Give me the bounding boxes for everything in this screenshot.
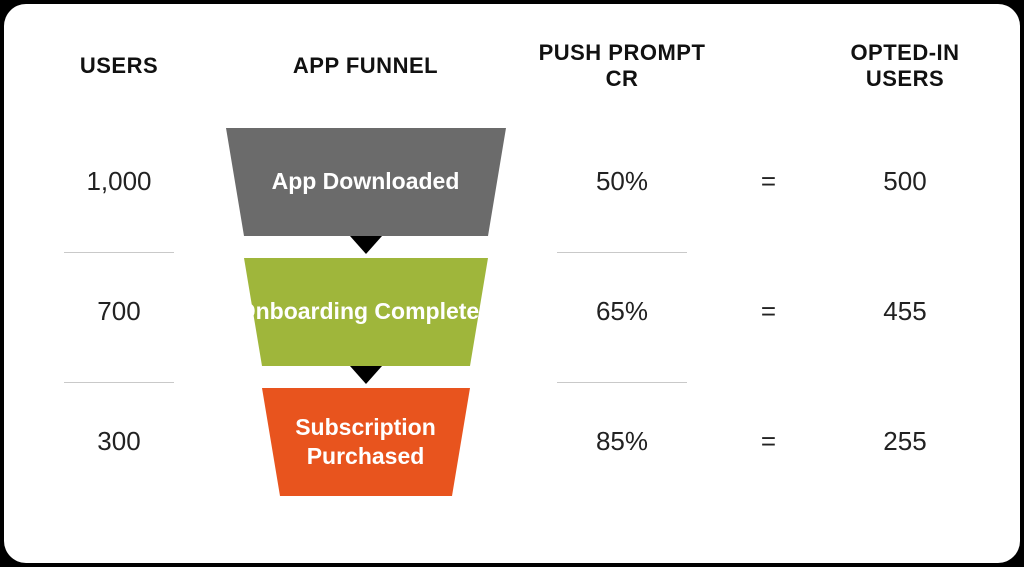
funnel-stage-label: App Downloaded (262, 167, 470, 196)
funnel-stage-cell: Onboarding Completed (226, 247, 506, 377)
funnel-arrow-icon (350, 366, 382, 384)
push-cr-value: 65% (596, 296, 648, 327)
col-header-funnel: APP FUNNEL (226, 53, 506, 103)
funnel-stage-0: App Downloaded (226, 128, 506, 236)
opted-in-cell: 455 (830, 247, 980, 377)
users-value: 1,000 (86, 166, 151, 197)
push-cr-cell: 50% (537, 117, 707, 247)
users-value: 300 (97, 426, 140, 457)
funnel-arrow-icon (350, 236, 382, 254)
funnel-stage-cell: Subscription Purchased (226, 377, 506, 507)
push-cr-cell: 85% (537, 377, 707, 507)
users-value: 700 (97, 296, 140, 327)
col-header-users: USERS (44, 53, 194, 103)
funnel-stage-label: Onboarding Completed (228, 297, 504, 326)
funnel-stage-2: Subscription Purchased (226, 388, 506, 496)
push-cr-value: 50% (596, 166, 648, 197)
funnel-stage-label: Subscription Purchased (226, 413, 506, 471)
opted-in-value: 455 (883, 296, 926, 327)
equals-cell: = (739, 247, 799, 377)
users-cell: 1,000 (44, 117, 194, 247)
opted-in-cell: 500 (830, 117, 980, 247)
users-cell: 300 (44, 377, 194, 507)
push-cr-value: 85% (596, 426, 648, 457)
funnel-stage-1: Onboarding Completed (226, 258, 506, 366)
equals-cell: = (739, 117, 799, 247)
equals-sign: = (761, 426, 776, 457)
col-header-opted-in: OPTED-IN USERS (830, 40, 980, 117)
opted-in-cell: 255 (830, 377, 980, 507)
equals-sign: = (761, 296, 776, 327)
users-cell: 700 (44, 247, 194, 377)
equals-sign: = (761, 166, 776, 197)
equals-cell: = (739, 377, 799, 507)
push-cr-cell: 65% (537, 247, 707, 377)
opted-in-value: 500 (883, 166, 926, 197)
col-header-spacer (739, 66, 799, 90)
opted-in-value: 255 (883, 426, 926, 457)
funnel-diagram-card: USERS APP FUNNEL PUSH PROMPT CR OPTED-IN… (4, 4, 1020, 563)
funnel-grid: USERS APP FUNNEL PUSH PROMPT CR OPTED-IN… (44, 40, 980, 507)
funnel-stage-cell: App Downloaded (226, 117, 506, 247)
col-header-push-cr: PUSH PROMPT CR (537, 40, 707, 117)
